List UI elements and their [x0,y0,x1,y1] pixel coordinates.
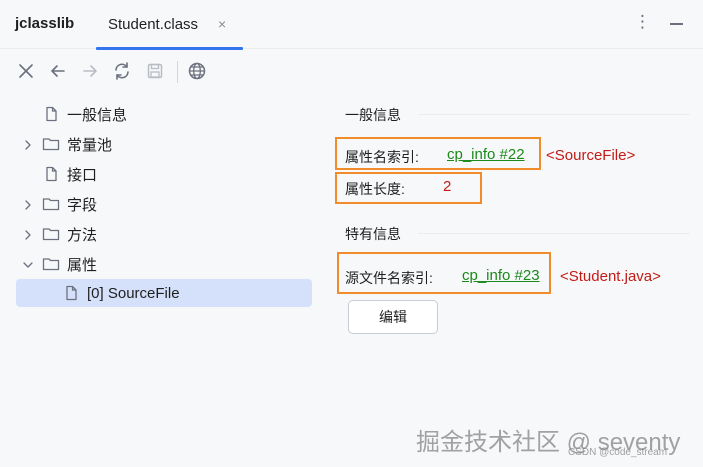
tree-item-attributes[interactable]: 属性 [22,250,312,278]
tree-item-methods[interactable]: 方法 [22,220,312,248]
more-options-icon[interactable]: ⋮ [634,12,651,34]
tab-bar: jclasslib Student.class × ⋮ [0,0,703,50]
tree-item-general-info[interactable]: 一般信息 [22,100,312,128]
tree-item-constant-pool[interactable]: 常量池 [22,130,312,158]
folder-icon [42,195,60,213]
chevron-right-icon[interactable] [22,138,34,150]
globe-icon[interactable] [186,60,208,82]
chevron-right-icon[interactable] [22,228,34,240]
tab-close-icon[interactable]: × [218,16,226,32]
section-title-general: 一般信息 [345,107,401,123]
watermark-sub: CSDN @code_stream [568,447,668,458]
tab-student-class[interactable]: Student.class × [96,0,243,50]
name-index-label: 属性名索引: [345,149,419,165]
chevron-right-icon[interactable] [22,198,34,210]
tree-item-label: 接口 [67,166,98,184]
close-icon[interactable] [15,60,37,82]
file-icon [42,165,60,183]
tree-item-sourcefile[interactable]: [0] SourceFile [16,279,312,307]
forward-arrow-icon[interactable] [79,60,101,82]
source-index-comment: <Student.java> [560,268,661,285]
tree-item-interfaces[interactable]: 接口 [22,160,312,188]
save-icon[interactable] [144,60,166,82]
tree-item-label: 一般信息 [67,106,128,124]
tree-item-label: 字段 [67,196,98,214]
file-icon [42,105,60,123]
toolbar-separator [177,61,178,83]
attribute-length-label: 属性长度: [345,181,405,197]
folder-icon [42,135,60,153]
tree-item-label: 常量池 [67,136,113,154]
section-divider [418,233,690,234]
tab-label[interactable]: Student.class [108,16,198,33]
app-title: jclasslib [15,15,75,32]
file-icon [62,284,80,302]
chevron-down-icon[interactable] [22,258,34,270]
minimize-icon[interactable] [670,23,683,25]
refresh-icon[interactable] [111,60,133,82]
name-index-comment: <SourceFile> [546,147,636,164]
folder-icon [42,225,60,243]
tree-item-label: 属性 [67,256,98,274]
section-title-specific: 特有信息 [345,226,401,242]
section-divider [418,114,690,115]
back-arrow-icon[interactable] [47,60,69,82]
tree-item-label: [0] SourceFile [87,284,180,302]
tree-item-label: 方法 [67,226,98,244]
source-index-link[interactable]: cp_info #23 [462,267,540,284]
attribute-length-value: 2 [443,178,452,195]
source-index-label: 源文件名索引: [345,270,433,286]
tree-item-fields[interactable]: 字段 [22,190,312,218]
toolbar [0,50,703,92]
name-index-link[interactable]: cp_info #22 [447,146,525,163]
edit-button[interactable]: 编辑 [348,300,438,334]
folder-icon [42,255,60,273]
